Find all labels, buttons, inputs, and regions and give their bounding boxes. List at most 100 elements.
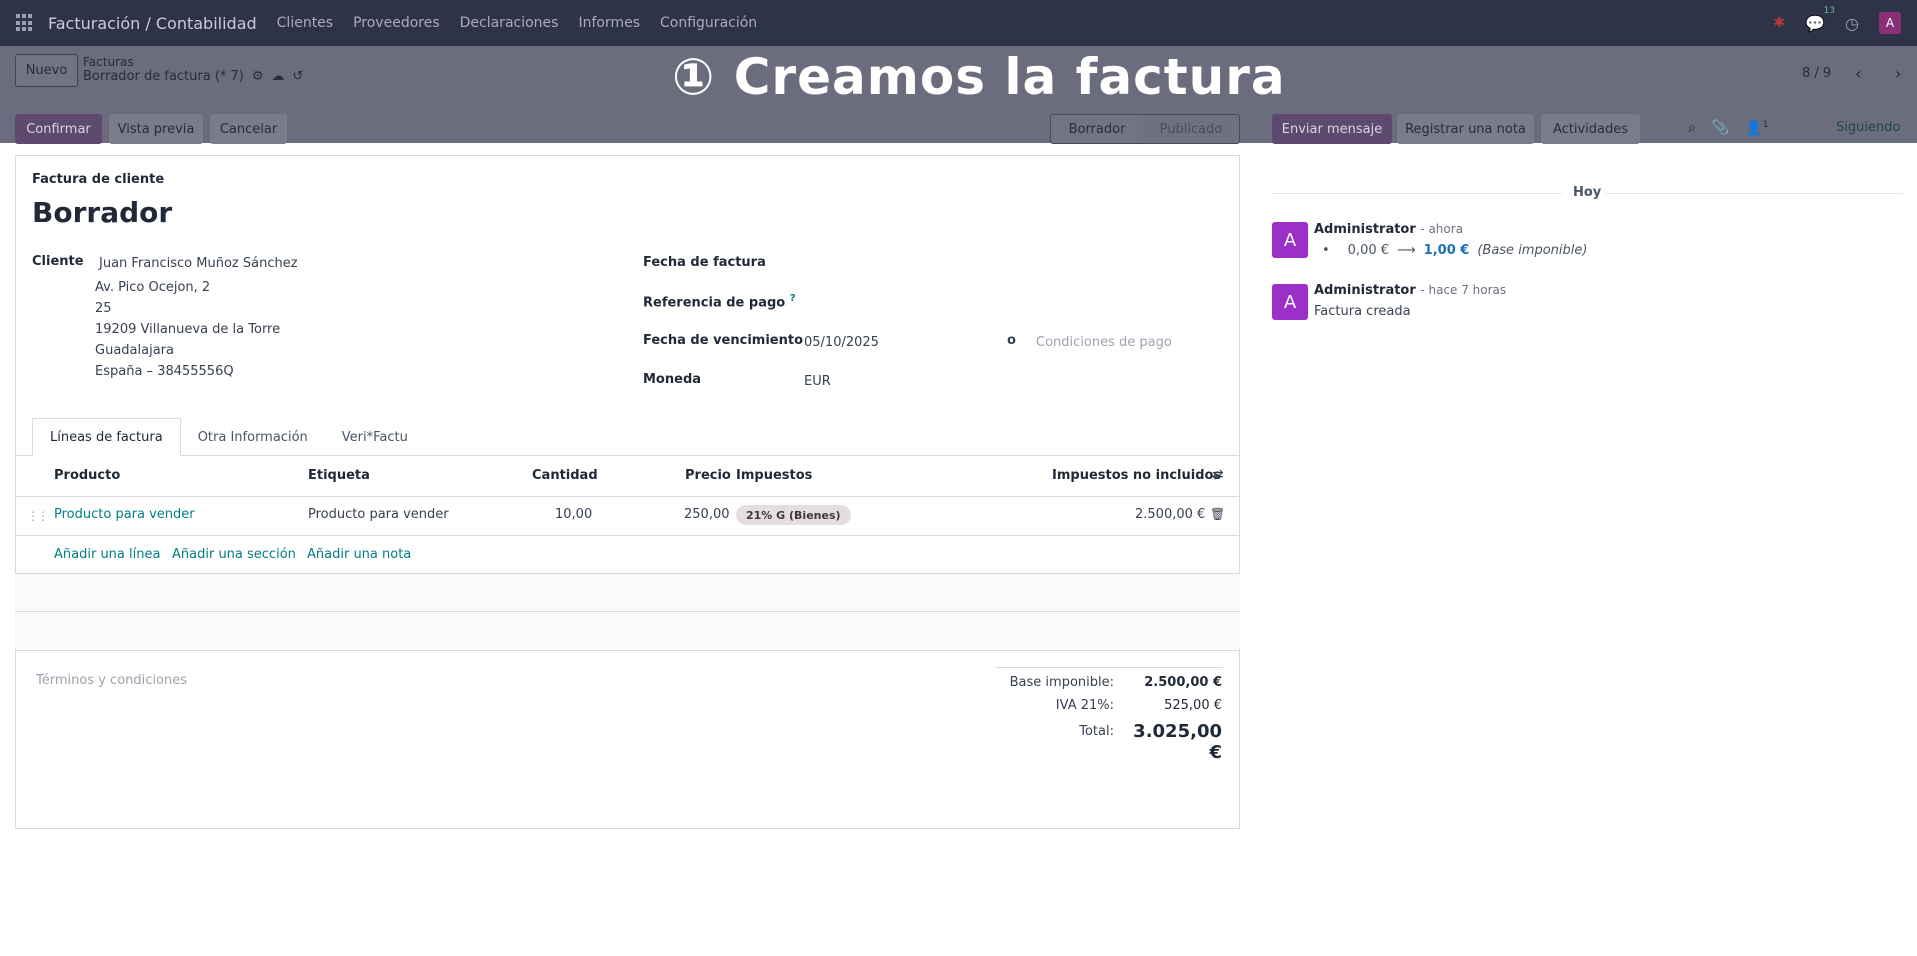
iva-value: 525,00 € bbox=[1164, 698, 1222, 713]
confirm-button[interactable]: Confirmar bbox=[15, 114, 102, 144]
author-name[interactable]: Administrator bbox=[1314, 283, 1416, 298]
user-avatar[interactable]: A bbox=[1879, 12, 1901, 34]
add-section-link[interactable]: Añadir una sección bbox=[172, 547, 296, 562]
empty-row bbox=[15, 574, 1240, 611]
help-tooltip-icon[interactable]: ? bbox=[790, 293, 796, 304]
chatter-toolbar-icons: ⌕ 📎 👤1 bbox=[1688, 120, 1768, 137]
notebook-tabs: Líneas de factura Otra Información Veri*… bbox=[32, 418, 425, 456]
breadcrumb-facturas[interactable]: Facturas bbox=[83, 55, 134, 69]
cloud-save-icon[interactable]: ☁ bbox=[272, 69, 285, 84]
col-subtotal[interactable]: Impuestos no incluidos bbox=[1052, 468, 1221, 483]
pager-value[interactable]: 8 / 9 bbox=[1802, 66, 1831, 81]
tab-verifactu[interactable]: Veri*Factu bbox=[325, 418, 425, 456]
trash-icon[interactable]: 🗑 bbox=[1210, 507, 1225, 521]
message-avatar[interactable]: A bbox=[1272, 222, 1308, 258]
chat-icon[interactable]: 💬 13 bbox=[1805, 6, 1835, 33]
activities-button[interactable]: Actividades bbox=[1541, 114, 1640, 144]
add-note-link[interactable]: Añadir una nota bbox=[307, 547, 411, 562]
tab-invoice-lines[interactable]: Líneas de factura bbox=[32, 418, 181, 456]
row-divider bbox=[15, 535, 1240, 536]
tracking-old: 0,00 € bbox=[1347, 243, 1390, 258]
currency-label: Moneda bbox=[643, 372, 702, 387]
col-label[interactable]: Etiqueta bbox=[308, 468, 370, 483]
tab-other-info[interactable]: Otra Información bbox=[181, 418, 325, 456]
clock-activity-icon[interactable]: ◷ bbox=[1845, 14, 1859, 33]
status-draft[interactable]: Borrador bbox=[1051, 115, 1143, 143]
log-note-button[interactable]: Registrar una nota bbox=[1397, 114, 1534, 144]
send-message-button[interactable]: Enviar mensaje bbox=[1272, 114, 1392, 144]
message-author: Administrator - hace 7 horas bbox=[1314, 283, 1506, 298]
preview-button[interactable]: Vista previa bbox=[109, 114, 203, 144]
customer-field[interactable]: Juan Francisco Muñoz Sánchez bbox=[99, 256, 298, 271]
paperclip-icon[interactable]: 📎 bbox=[1712, 120, 1729, 137]
message-body: Factura creada bbox=[1314, 304, 1411, 319]
chevron-left-icon[interactable]: ‹ bbox=[1845, 61, 1871, 85]
address-line: 25 bbox=[95, 301, 112, 316]
chevron-right-icon[interactable]: › bbox=[1885, 61, 1911, 85]
customer-label: Cliente bbox=[32, 254, 84, 269]
tracking-field: (Base imponible) bbox=[1477, 243, 1588, 258]
invoice-date-label: Fecha de factura bbox=[643, 255, 766, 270]
gear-icon[interactable]: ⚙ bbox=[252, 69, 264, 84]
followers-count: 1 bbox=[1762, 120, 1769, 130]
status-posted[interactable]: Publicado bbox=[1143, 115, 1239, 143]
discard-undo-icon[interactable]: ↺ bbox=[293, 69, 304, 84]
col-quantity[interactable]: Cantidad bbox=[532, 468, 598, 483]
col-taxes[interactable]: Impuestos bbox=[736, 468, 812, 483]
menu-clientes[interactable]: Clientes bbox=[277, 15, 333, 31]
base-value: 2.500,00 € bbox=[1144, 675, 1222, 690]
line-price[interactable]: 250,00 bbox=[684, 507, 730, 522]
breadcrumb-current-label: Borrador de factura (* 7) bbox=[83, 69, 244, 84]
drag-handle-icon[interactable]: ⋮⋮ bbox=[27, 509, 49, 523]
debug-bug-icon[interactable]: ✱ bbox=[1773, 15, 1785, 31]
due-date-field[interactable]: 05/10/2025 bbox=[804, 335, 879, 350]
total-label: Total: bbox=[1079, 724, 1114, 739]
menu-proveedores[interactable]: Proveedores bbox=[353, 15, 440, 31]
base-label: Base imponible: bbox=[1009, 675, 1114, 690]
due-date-label: Fecha de vencimiento bbox=[643, 333, 804, 348]
col-product[interactable]: Producto bbox=[54, 468, 120, 483]
iva-label: IVA 21%: bbox=[1055, 698, 1114, 713]
empty-row bbox=[15, 612, 1240, 649]
move-type-label: Factura de cliente bbox=[32, 172, 165, 187]
followers-icon[interactable]: 👤1 bbox=[1745, 120, 1768, 137]
arrow-right-icon: ⟶ bbox=[1397, 243, 1416, 258]
app-title[interactable]: Facturación / Contabilidad bbox=[48, 14, 257, 33]
address-line: España – 38455556Q bbox=[95, 364, 234, 379]
optional-columns-icon[interactable]: ⇄ bbox=[1212, 467, 1224, 483]
line-quantity[interactable]: 10,00 bbox=[555, 507, 592, 522]
payment-terms-field[interactable]: Condiciones de pago bbox=[1036, 335, 1172, 350]
message-avatar[interactable]: A bbox=[1272, 284, 1308, 320]
menu-configuracion[interactable]: Configuración bbox=[660, 15, 757, 31]
new-button[interactable]: Nuevo bbox=[15, 54, 78, 87]
date-divider-right bbox=[1605, 193, 1903, 194]
apps-menu-icon[interactable] bbox=[16, 14, 34, 32]
currency-field[interactable]: EUR bbox=[804, 374, 831, 389]
line-label[interactable]: Producto para vender bbox=[308, 507, 449, 522]
date-divider-left bbox=[1272, 193, 1562, 194]
menu-declaraciones[interactable]: Declaraciones bbox=[460, 15, 559, 31]
message-author: Administrator - ahora bbox=[1314, 222, 1463, 237]
tax-tag[interactable]: 21% G (Bienes) bbox=[736, 505, 851, 525]
totals-divider bbox=[995, 667, 1223, 668]
chat-count-badge: 13 bbox=[1823, 5, 1836, 16]
or-separator: o bbox=[1007, 333, 1016, 348]
address-line: Av. Pico Ocejon, 2 bbox=[95, 280, 211, 295]
payment-ref-field[interactable] bbox=[804, 291, 984, 311]
menu-informes[interactable]: Informes bbox=[578, 15, 640, 31]
cancel-button[interactable]: Cancelar bbox=[210, 114, 287, 144]
search-icon[interactable]: ⌕ bbox=[1688, 120, 1696, 137]
tracking-value: • 0,00 € ⟶ 1,00 € (Base imponible) bbox=[1322, 243, 1587, 258]
message-time: - hace 7 horas bbox=[1420, 283, 1507, 297]
invoice-date-field[interactable] bbox=[804, 252, 984, 272]
terms-field[interactable]: Términos y condiciones bbox=[36, 673, 187, 688]
payment-ref-label: Referencia de pago ? bbox=[643, 293, 796, 310]
line-subtotal: 2.500,00 € bbox=[1135, 507, 1206, 522]
message-time: - ahora bbox=[1420, 222, 1464, 236]
add-line-link[interactable]: Añadir una línea bbox=[54, 547, 160, 562]
line-product[interactable]: Producto para vender bbox=[54, 507, 195, 522]
author-name[interactable]: Administrator bbox=[1314, 222, 1416, 237]
col-price[interactable]: Precio bbox=[685, 468, 731, 483]
payment-ref-label-text: Referencia de pago bbox=[643, 295, 786, 311]
following-button[interactable]: Siguiendo bbox=[1836, 120, 1900, 135]
